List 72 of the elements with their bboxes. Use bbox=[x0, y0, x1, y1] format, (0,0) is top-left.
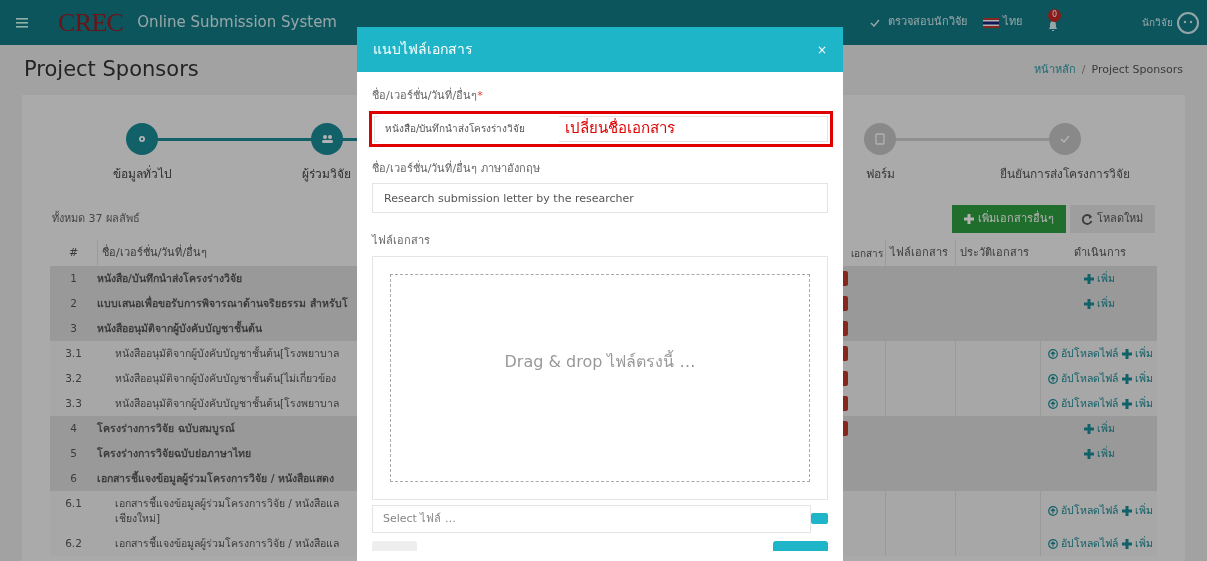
close-button[interactable]: × bbox=[816, 43, 827, 56]
result-count: ทั้งหมด 37 ผลลัพธ์ bbox=[52, 210, 140, 227]
column-header: เอกสาร bbox=[851, 246, 883, 261]
field-label: ชื่อ/เวอร์ชั่น/วันที่/อื่นๆ ภาษาอังกฤษ bbox=[372, 160, 541, 177]
dropzone[interactable]: Drag & drop ไฟล์ตรงนี้ … bbox=[372, 255, 828, 500]
column-header: # bbox=[68, 244, 79, 261]
document-name: โครงร่างการวิจัย ฉบับสมบูรณ์ bbox=[97, 421, 235, 436]
column-header: ไฟล์เอกสาร bbox=[890, 244, 948, 261]
row-number: 3 bbox=[70, 320, 77, 336]
field-label: ไฟล์เอกสาร bbox=[372, 233, 431, 249]
row-number: 5 bbox=[70, 445, 77, 461]
upload-link[interactable]: อัปโหลดไฟล์ bbox=[1047, 370, 1118, 387]
column-header: ดำเนินการ bbox=[1073, 244, 1126, 261]
upload-link[interactable]: อัปโหลดไฟล์ bbox=[1047, 345, 1118, 362]
document-name: หนังสืออนุมัติจากผู้บังคับบัญชาชั้นต้น bbox=[97, 321, 262, 336]
step-label: ยืนยันการส่งโครงการวิจัย bbox=[999, 166, 1130, 183]
add-link[interactable]: เพิ่ม bbox=[1121, 370, 1153, 387]
reload-button[interactable]: โหลดใหม่ bbox=[1070, 205, 1155, 233]
logo: CREC bbox=[58, 7, 124, 39]
upload-link[interactable]: อัปโหลดไฟล์ bbox=[1047, 535, 1118, 552]
row-number: 3.1 bbox=[65, 345, 82, 361]
upload-link[interactable]: อัปโหลดไฟล์ bbox=[1047, 503, 1118, 519]
language-link[interactable]: ไทย bbox=[1003, 14, 1022, 31]
page-title: Project Sponsors bbox=[24, 56, 199, 84]
dropzone-text: Drag & drop ไฟล์ตรงนี้ … bbox=[504, 349, 696, 373]
add-link[interactable]: เพิ่ม bbox=[1084, 270, 1115, 287]
row-number: 6.2 bbox=[65, 535, 82, 551]
row-number: 3.3 bbox=[65, 395, 82, 411]
document-name: หนังสือ/บันทึกนำส่งโครงร่างวิจัย bbox=[97, 271, 242, 286]
add-link[interactable]: เพิ่ม bbox=[1121, 345, 1153, 362]
add-link[interactable]: เพิ่ม bbox=[1121, 535, 1153, 552]
document-name: หนังสืออนุมัติจากผู้บังคับบัญชาชั้นต้น[โรงพยาบาล bbox=[115, 396, 340, 411]
required-mark: * bbox=[477, 89, 483, 102]
nav-link[interactable]: ตรวจสอบนักวิจัย bbox=[888, 14, 967, 31]
upload-link[interactable]: อัปโหลดไฟล์ bbox=[1047, 395, 1118, 412]
add-document-button[interactable]: เพิ่มเอกสารอื่นๆ bbox=[952, 205, 1066, 233]
document-name: หนังสืออนุมัติจากผู้บังคับบัญชาชั้นต้น[โรงพยาบาล bbox=[115, 346, 340, 361]
add-link[interactable]: เพิ่ม bbox=[1084, 420, 1115, 437]
add-link[interactable]: เพิ่ม bbox=[1084, 295, 1115, 312]
notification-badge: 0 bbox=[1048, 8, 1061, 22]
input-field[interactable]: Research submission letter by the researcher bbox=[372, 183, 828, 213]
step-label: ข้อมูลทั่วไป bbox=[112, 165, 172, 183]
row-number: 1 bbox=[70, 270, 77, 286]
breadcrumb-link[interactable]: หน้าหลัก bbox=[1033, 61, 1076, 79]
document-name: เอกสารชี้แจงข้อมูลผู้ร่วมโครงการวิจัย / หนังสือแสดง bbox=[97, 471, 335, 486]
add-link[interactable]: เพิ่ม bbox=[1084, 445, 1115, 462]
document-name: เชียงใหม่] bbox=[115, 511, 161, 526]
row-number: 6.1 bbox=[65, 496, 82, 511]
user-name: นักวิจัย bbox=[1142, 16, 1173, 30]
row-number: 6 bbox=[70, 470, 77, 486]
row-number: 2 bbox=[70, 295, 77, 311]
field-label: ชื่อ/เวอร์ชั่น/วันที่/อื่นๆ* bbox=[372, 88, 484, 104]
document-name: เอกสารชี้แจงข้อมูลผู้ร่วมโครงการวิจัย / หนังสือแล bbox=[115, 536, 340, 551]
document-name: เอกสารชี้แจงข้อมูลผู้ร่วมโครงการวิจัย / หนังสือแล bbox=[115, 496, 340, 511]
step-label: ฟอร์ม bbox=[865, 166, 895, 183]
app-title: Online Submission System bbox=[137, 12, 337, 34]
document-name: แบบเสนอเพื่อขอรับการพิจารณาด้านจริยธรรม สำหรับโ bbox=[97, 296, 348, 311]
breadcrumb-separator: / bbox=[1081, 61, 1086, 78]
row-number: 4 bbox=[70, 420, 77, 436]
document-name: โครงร่างการวิจัยฉบับย่อภาษาไทย bbox=[97, 446, 251, 461]
annotation-text: เปลี่ยนชื่อเอกสาร bbox=[565, 117, 675, 140]
add-link[interactable]: เพิ่ม bbox=[1121, 395, 1153, 412]
step-label: ผู้ร่วมวิจัย bbox=[302, 166, 352, 183]
row-number: 3.2 bbox=[65, 370, 82, 386]
column-header: ประวัติเอกสาร bbox=[960, 244, 1029, 261]
document-name: หนังสืออนุมัติจากผู้บังคับบัญชาชั้นต้น[ไม่เกี่ยวข้อง bbox=[115, 371, 337, 386]
file-input[interactable]: Select ไฟล์ … bbox=[372, 504, 811, 533]
column-header: ชื่อ/เวอร์ชั่น/วันที่/อื่นๆ bbox=[102, 244, 208, 261]
input-field[interactable]: หนังสือ/บันทึกนำส่งโครงร่างวิจัย เปลี่ยนชื่อเอกสาร bbox=[374, 115, 828, 142]
breadcrumb-current: Project Sponsors bbox=[1091, 61, 1183, 78]
modal-title: แนบไฟล์เอกสาร bbox=[373, 40, 473, 59]
add-link[interactable]: เพิ่ม bbox=[1121, 503, 1153, 519]
